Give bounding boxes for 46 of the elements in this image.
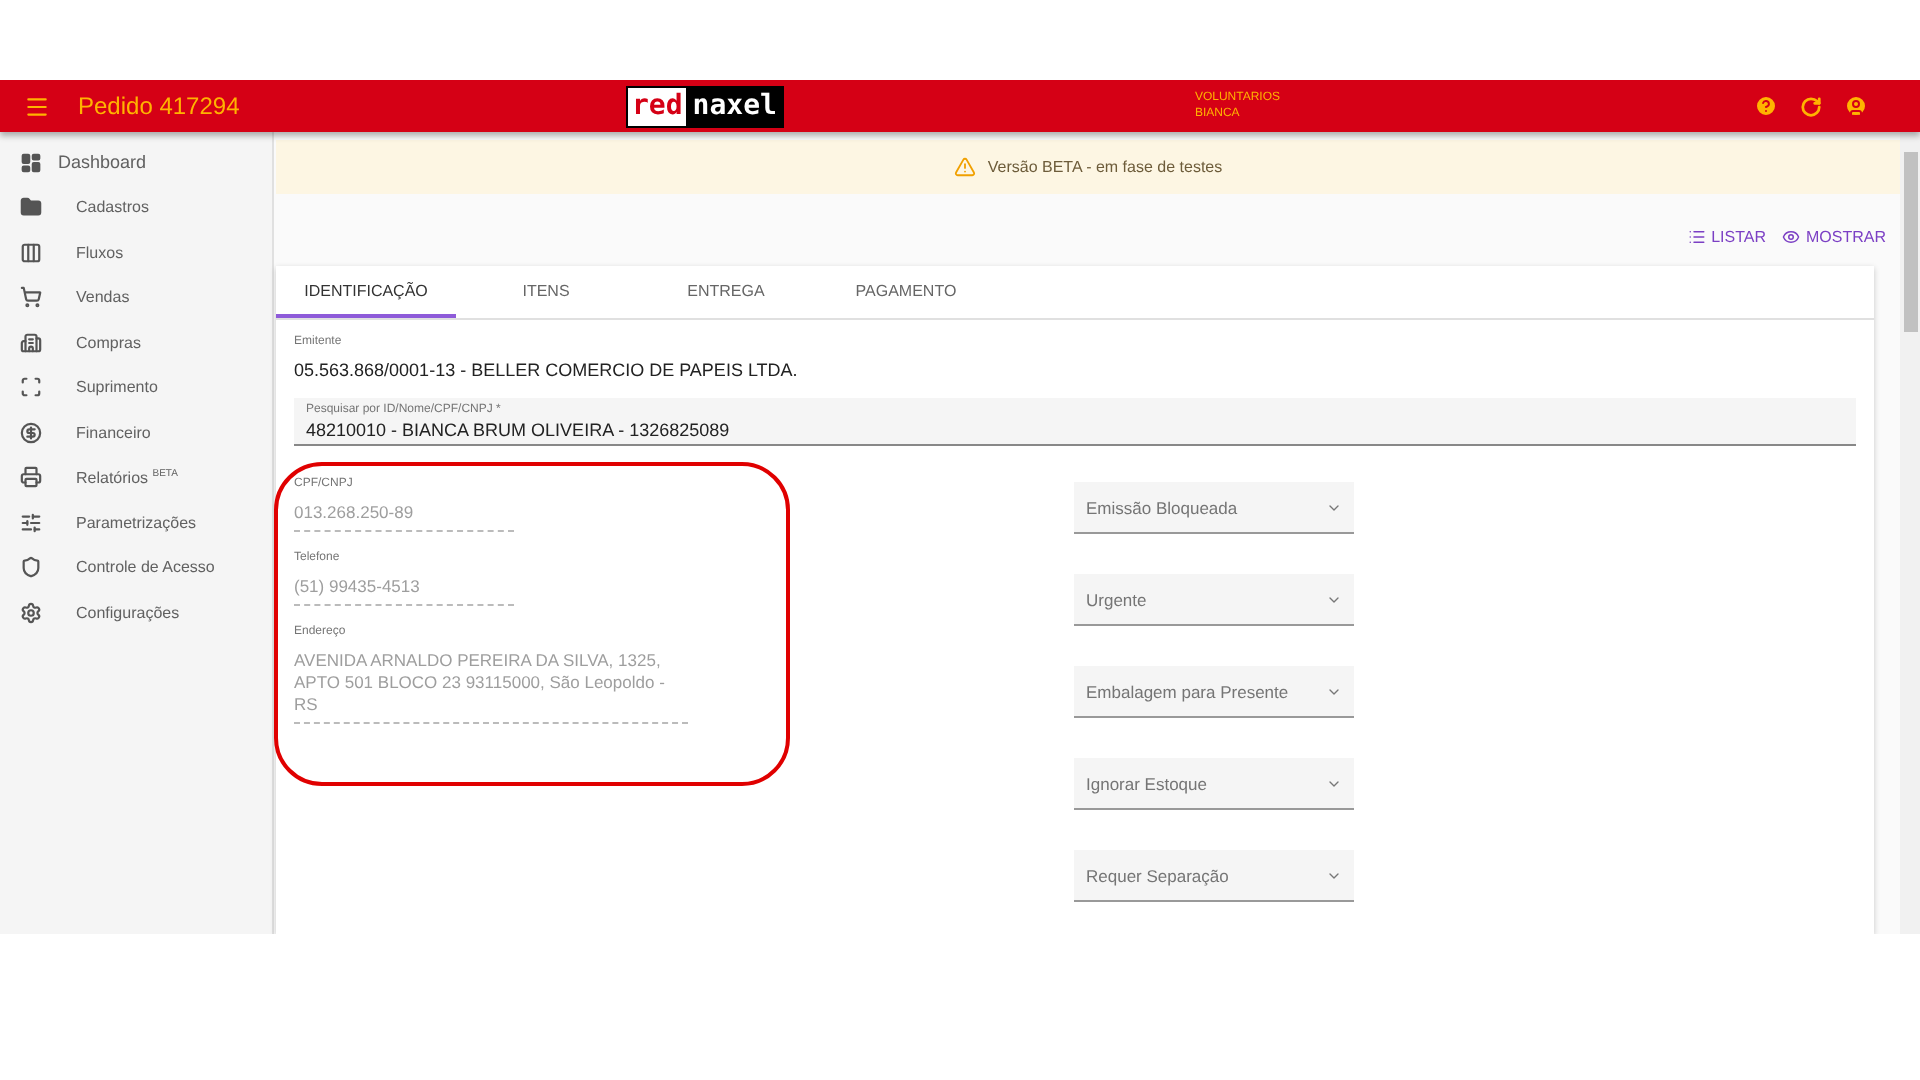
sidebar-item[interactable]: Fluxos [0,230,272,275]
select-field[interactable]: Emissão Bloqueada [1074,482,1354,534]
tab[interactable]: IDENTIFICAÇÃO [276,266,456,318]
sidebar-item[interactable]: Controle de Acesso [0,545,272,590]
banner-text: Versão BETA - em fase de testes [987,158,1223,176]
list-icon [1687,228,1706,246]
logo-text: naxel [690,87,779,125]
logo-text: red [628,87,687,125]
sidebar-item[interactable]: Configurações [0,590,272,635]
sidebar-item[interactable]: Relatórios $^{BETA}$ [0,455,272,500]
select-field[interactable]: Urgente [1074,574,1354,626]
sidebar-item[interactable]: Dashboard [0,140,272,185]
sidebar-item[interactable]: Cadastros [0,185,272,230]
menu-icon[interactable] [24,93,50,119]
dashboard-icon [20,151,42,174]
building-icon [20,331,42,354]
tab[interactable]: ENTREGA [636,266,816,318]
settings-icon [20,601,42,624]
select-field[interactable]: Ignorar Estoque [1074,758,1354,810]
scan-icon [20,376,42,399]
printer-icon [20,466,42,489]
scrollbar[interactable] [1900,132,1920,934]
tab[interactable]: ITENS [456,266,636,318]
shield-icon [20,556,42,579]
page-title: Pedido 417294 [78,92,242,120]
tab[interactable]: PAGAMENTO [816,266,996,318]
action-button[interactable]: LISTAR [1687,228,1766,246]
select-field[interactable]: Requer Separação [1074,850,1354,902]
select-field[interactable]: Embalagem para Presente [1074,666,1354,718]
sliders-icon [20,511,42,534]
field-value: 05.563.868/0001-13 - BELLER COMERCIO DE PAPEIS LTDA. [294,360,800,380]
cart-icon [20,286,42,309]
action-button[interactable]: MOSTRAR [1782,228,1886,246]
sidebar-item[interactable]: Compras [0,320,272,365]
sidebar-item[interactable]: Financeiro [0,410,272,455]
help-icon[interactable] [1754,94,1778,118]
sidebar-item[interactable]: Suprimento [0,365,272,410]
columns-icon [20,241,42,264]
dollar-icon [20,421,42,444]
eye-icon [1782,228,1800,246]
sidebar-item[interactable]: Parametrizações [0,500,272,545]
warning-icon [953,156,976,178]
sidebar-item[interactable]: Vendas [0,275,272,320]
user-icon[interactable] [1844,94,1868,118]
folder-icon [20,196,42,219]
refresh-icon[interactable] [1800,95,1822,117]
